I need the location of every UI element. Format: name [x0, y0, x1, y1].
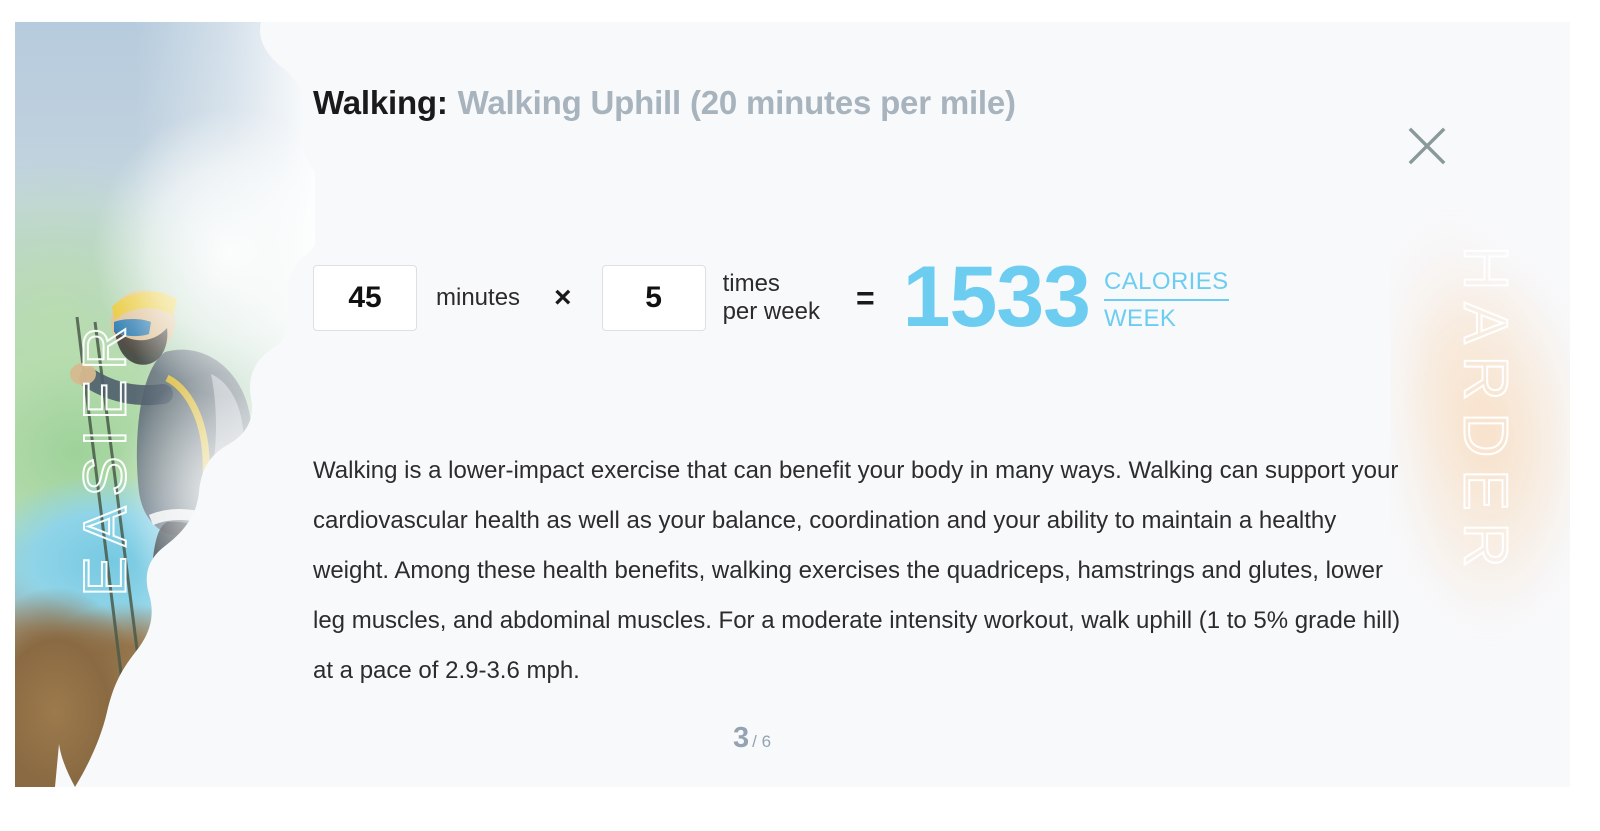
fraction-bar: [1103, 299, 1229, 302]
calorie-result: 1533 CALORIES WEEK: [902, 249, 1229, 346]
multiply-symbol: ×: [554, 281, 572, 314]
calories-value: 1533: [902, 249, 1091, 346]
page-title: Walking: Walking Uphill (20 minutes per m…: [313, 84, 1016, 122]
equals-symbol: =: [855, 279, 875, 316]
exercise-detail-card: EASIER HARDER Walking: Walking Uphill (20…: [15, 22, 1570, 787]
calories-numerator: CALORIES: [1103, 268, 1229, 296]
calories-denominator: WEEK: [1103, 305, 1177, 333]
times-per-week-input[interactable]: 5: [601, 265, 706, 331]
exercise-photo: EASIER: [15, 22, 315, 787]
pagination-total: / 6: [752, 732, 772, 751]
minutes-label: minutes: [436, 283, 521, 311]
calories-unit: CALORIES WEEK: [1103, 267, 1229, 334]
times-label-line2: per week: [722, 298, 820, 325]
close-button[interactable]: [1401, 120, 1453, 172]
slider-label-easier: EASIER: [71, 315, 140, 597]
calorie-calculator: 45 minutes × 5 times per week = 1533 CAL…: [313, 248, 1229, 348]
times-label-line1: times: [722, 269, 780, 297]
card-content: Walking: Walking Uphill (20 minutes per m…: [313, 22, 1473, 787]
title-activity: Walking:: [313, 84, 448, 121]
description-text: Walking is a lower-impact exercise that …: [313, 457, 1401, 684]
times-per-week-label: times per week: [723, 270, 820, 327]
minutes-input[interactable]: 45: [313, 265, 417, 331]
title-variant: Walking Uphill (20 minutes per mile): [457, 84, 1016, 121]
pagination-current: 3: [733, 722, 750, 754]
hiker-illustration: [70, 290, 252, 733]
pagination: 3/ 6: [733, 722, 771, 755]
close-icon: [1408, 127, 1446, 165]
